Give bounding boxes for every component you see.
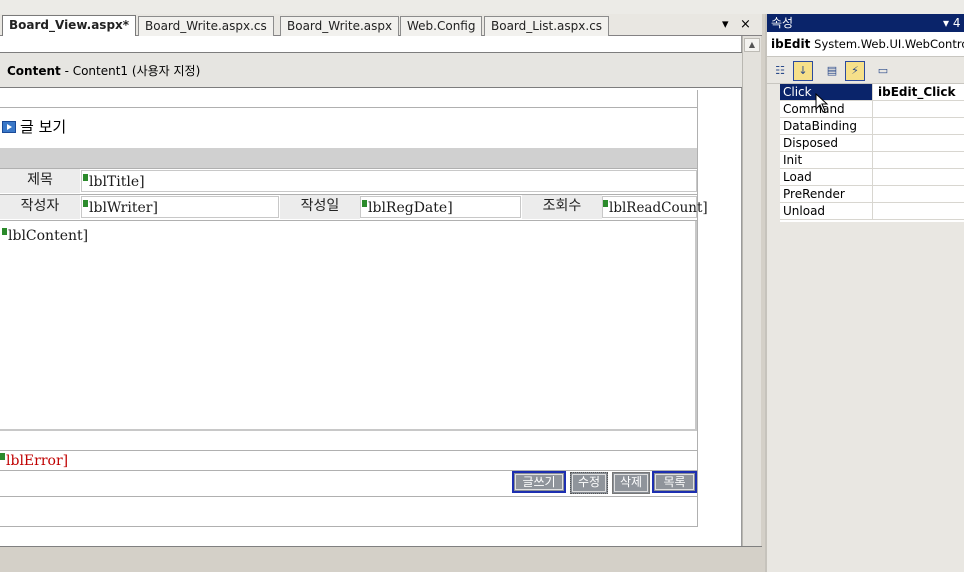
event-name: Init <box>780 152 873 168</box>
divider <box>0 450 698 451</box>
write-button[interactable]: 글쓰기 <box>512 471 566 493</box>
mouse-cursor-icon <box>815 93 829 113</box>
event-handler-value[interactable] <box>875 169 964 185</box>
event-name: Disposed <box>780 135 873 151</box>
designer-status-bar <box>0 546 762 572</box>
properties-title: 속성 <box>771 16 794 30</box>
properties-title-bar: 속성 ▾ 4 <box>767 14 964 32</box>
properties-toolbar: ☷ ↓ ▤ ⚡ ▭ <box>767 56 964 84</box>
edit-button[interactable]: 수정 <box>570 472 608 494</box>
tab-label: Board_View.aspx* <box>9 18 130 32</box>
control-marker-icon <box>362 200 367 207</box>
tab-label: Board_List.aspx.cs <box>491 19 603 33</box>
vertical-scrollbar[interactable]: ▲ <box>742 36 761 546</box>
tab-web-config[interactable]: Web.Config <box>400 16 483 36</box>
events-lightning-icon[interactable]: ⚡ <box>845 61 865 81</box>
write-button-label: 글쓰기 <box>515 474 563 490</box>
event-handler-value[interactable] <box>875 135 964 151</box>
object-selector[interactable]: ibEdit System.Web.UI.WebControls <box>767 32 964 56</box>
reg-date-label: 작성일 <box>280 195 360 219</box>
scroll-up-icon[interactable]: ▲ <box>744 38 760 52</box>
lbl-read-count[interactable]: lblReadCount] <box>603 197 708 219</box>
top-strip <box>0 0 964 14</box>
object-name: ibEdit <box>771 37 811 51</box>
lbl-title[interactable]: lblTitle] <box>83 171 145 193</box>
list-button[interactable]: 목록 <box>652 471 697 493</box>
delete-button-label: 삭제 <box>614 474 648 492</box>
tab-board-view-aspx[interactable]: Board_View.aspx* <box>2 15 137 37</box>
lbl-title-text: lblTitle] <box>89 174 145 190</box>
tab-board-write-aspx-cs[interactable]: Board_Write.aspx.cs <box>138 16 274 36</box>
event-handler-value[interactable] <box>875 101 964 117</box>
content-header-text: - Content1 (사용자 지정) <box>60 64 201 78</box>
section-title: 글 보기 <box>20 118 67 136</box>
content-cell <box>0 221 697 431</box>
event-name: PreRender <box>780 186 873 202</box>
close-icon[interactable]: × <box>740 17 751 32</box>
event-row-load[interactable]: Load <box>780 169 964 186</box>
lbl-read-count-text: lblReadCount] <box>609 200 708 216</box>
categorized-icon[interactable]: ☷ <box>770 61 790 81</box>
divider <box>0 470 698 471</box>
content-header-bold: Content <box>7 64 61 78</box>
lbl-writer[interactable]: lblWriter] <box>83 197 158 219</box>
properties-view-icon[interactable]: ▤ <box>822 61 842 81</box>
lbl-content[interactable]: lblContent] <box>2 225 88 247</box>
tab-label: Board_Write.aspx.cs <box>145 19 267 33</box>
event-row-prerender[interactable]: PreRender <box>780 186 964 203</box>
read-count-label: 조회수 <box>522 195 602 219</box>
grid-gutter <box>767 84 780 222</box>
event-row-init[interactable]: Init <box>780 152 964 169</box>
event-name: Load <box>780 169 873 185</box>
header-band <box>0 148 697 168</box>
event-row-disposed[interactable]: Disposed <box>780 135 964 152</box>
control-marker-icon <box>83 174 88 181</box>
lbl-writer-text: lblWriter] <box>89 200 158 216</box>
event-name: Unload <box>780 203 873 219</box>
event-handler-value[interactable] <box>875 186 964 202</box>
control-marker-icon <box>2 228 7 235</box>
tab-board-write-aspx[interactable]: Board_Write.aspx <box>280 16 400 36</box>
tab-board-list-aspx-cs[interactable]: Board_List.aspx.cs <box>484 16 610 36</box>
tab-dropdown-icon[interactable]: ▾ <box>722 17 729 32</box>
lbl-reg-date[interactable]: lblRegDate] <box>362 197 453 219</box>
event-handler-value[interactable] <box>875 203 964 219</box>
event-row-unload[interactable]: Unload <box>780 203 964 220</box>
delete-button[interactable]: 삭제 <box>612 472 650 494</box>
event-handler-value[interactable] <box>875 152 964 168</box>
title-label: 제목 <box>0 169 80 193</box>
divider <box>0 496 698 497</box>
list-button-label: 목록 <box>655 474 694 490</box>
title-cell <box>81 170 697 192</box>
lbl-error-text: lblError] <box>6 453 69 469</box>
edit-button-label: 수정 <box>572 474 606 492</box>
writer-label: 작성자 <box>0 195 80 219</box>
event-handler-value[interactable]: ibEdit_Click <box>875 84 964 100</box>
lbl-content-text: lblContent] <box>8 228 89 244</box>
control-marker-icon <box>603 200 608 207</box>
divider <box>0 168 698 169</box>
tab-label: Web.Config <box>407 19 476 33</box>
event-handler-value[interactable] <box>875 118 964 134</box>
lbl-reg-date-text: lblRegDate] <box>368 200 453 216</box>
property-pages-icon[interactable]: ▭ <box>873 61 893 81</box>
event-row-click[interactable]: Click ibEdit_Click <box>780 84 964 101</box>
control-marker-icon <box>83 200 88 207</box>
tab-label: Board_Write.aspx <box>287 19 393 33</box>
lbl-error[interactable]: lblError] <box>0 450 68 472</box>
object-type: System.Web.UI.WebControls <box>814 37 964 51</box>
content-placeholder-header[interactable]: Content - Content1 (사용자 지정) <box>0 52 742 88</box>
event-row-command[interactable]: Command <box>780 101 964 118</box>
control-marker-icon <box>0 453 5 460</box>
event-row-databinding[interactable]: DataBinding <box>780 118 964 135</box>
event-name: DataBinding <box>780 118 873 134</box>
properties-description-area <box>767 222 964 572</box>
divider <box>0 107 698 108</box>
pin-icon[interactable]: ▾ 4 <box>943 14 960 32</box>
alphabetical-icon[interactable]: ↓ <box>793 61 813 81</box>
section-bullet-icon <box>2 121 16 133</box>
